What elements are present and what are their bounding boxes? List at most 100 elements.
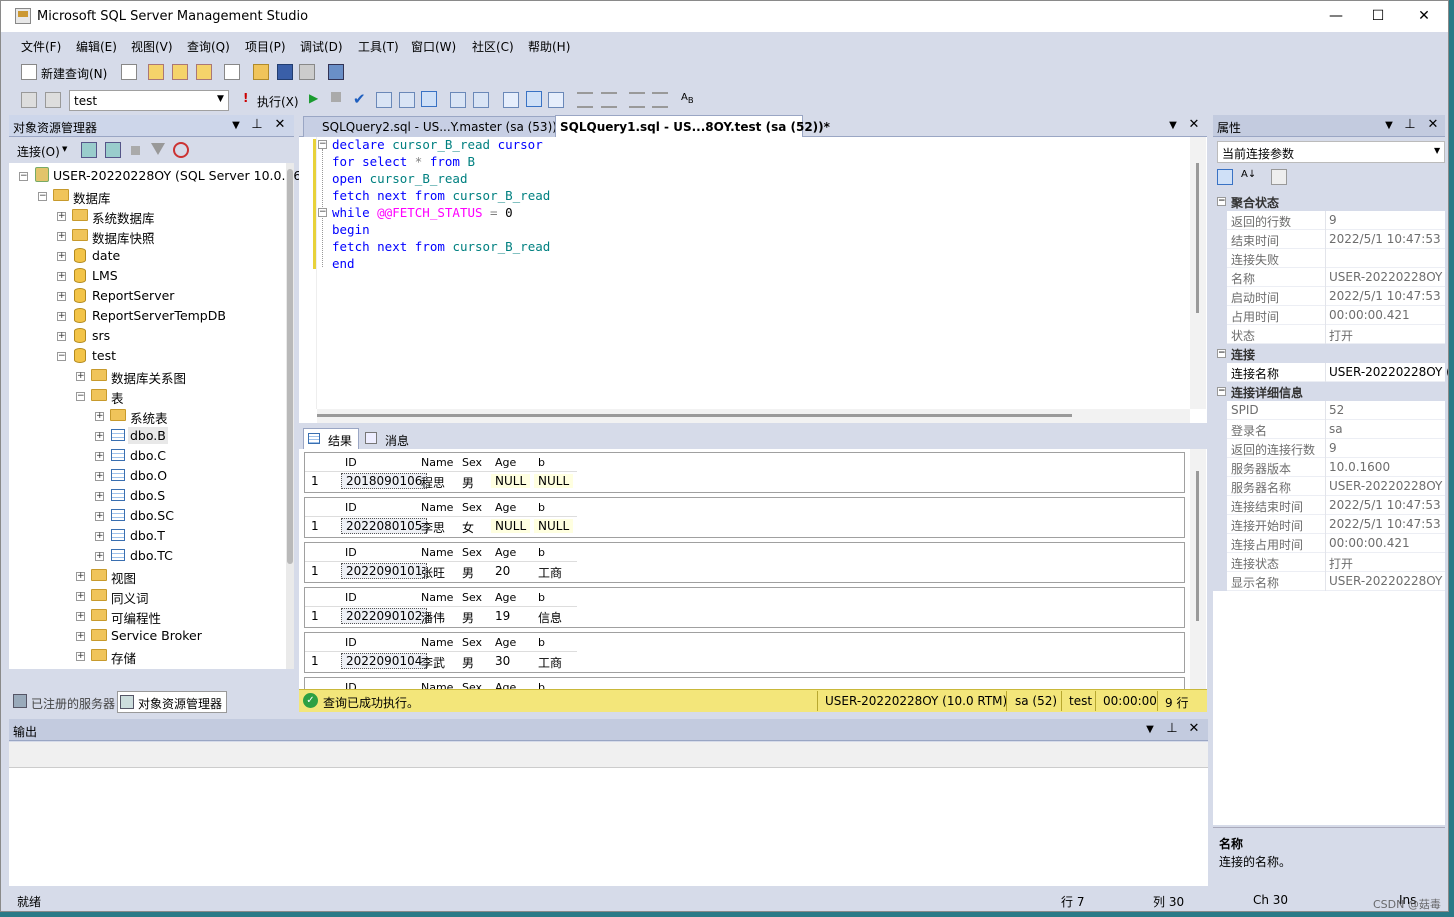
expand-toggle[interactable]: +: [95, 552, 104, 561]
property-row[interactable]: 连接结束时间 2022/5/1 10:47:53: [1213, 496, 1445, 515]
property-row[interactable]: 连接失败: [1213, 249, 1445, 268]
object-explorer-scrollbar[interactable]: [286, 163, 294, 669]
expand-toggle[interactable]: +: [57, 232, 66, 241]
grid-cell-age[interactable]: 30: [495, 654, 510, 668]
execute-button[interactable]: 执行(X): [257, 93, 299, 110]
filter-icon[interactable]: [151, 143, 165, 155]
result-grid[interactable]: ID Name Sex Age b 1 2022090101 张旺男 20 工商: [304, 542, 1185, 583]
collapse-toggle[interactable]: −: [76, 392, 85, 401]
database-selector[interactable]: test ▼: [69, 90, 229, 111]
connect-object-icon[interactable]: [81, 142, 97, 158]
grid-cell-age[interactable]: NULL: [491, 474, 531, 488]
property-category[interactable]: − 聚合状态: [1213, 192, 1445, 211]
menu-project[interactable]: 项目(P): [245, 38, 286, 55]
column-header[interactable]: b: [538, 681, 545, 689]
grid-cell-id[interactable]: 2018090106: [341, 473, 428, 489]
expand-toggle[interactable]: +: [57, 272, 66, 281]
expand-toggle[interactable]: +: [95, 532, 104, 541]
collapse-toggle[interactable]: −: [1217, 197, 1226, 206]
grid-cell-n[interactable]: 1: [311, 564, 319, 578]
grid-cell-b[interactable]: NULL: [534, 474, 574, 488]
grid-cell-id[interactable]: 2022090102: [341, 608, 428, 624]
grid-cell-n[interactable]: 1: [311, 519, 319, 533]
connect-dropdown[interactable]: 连接(O): [17, 143, 60, 160]
db-engine-query-icon[interactable]: [148, 64, 164, 80]
expand-toggle[interactable]: +: [76, 612, 85, 621]
output-content[interactable]: [9, 768, 1208, 886]
scrollbar-thumb[interactable]: [1196, 471, 1199, 621]
editor-vscrollbar[interactable]: [1190, 137, 1206, 409]
code-editor[interactable]: − − declare cursor_B_read cursor for sel…: [299, 137, 1207, 423]
column-header[interactable]: Age: [495, 546, 516, 559]
property-row[interactable]: 连接名称 USER-20220228OY (: [1213, 363, 1448, 382]
open-folder-icon[interactable]: [253, 64, 269, 80]
property-row[interactable]: 连接状态 打开: [1213, 553, 1445, 572]
pin-icon[interactable]: ⊥: [1164, 721, 1180, 736]
expand-toggle[interactable]: +: [95, 452, 104, 461]
dmx-query-icon[interactable]: [196, 64, 212, 80]
expand-toggle[interactable]: +: [95, 492, 104, 501]
collapse-toggle[interactable]: −: [38, 192, 47, 201]
tab-list-icon[interactable]: ▼: [1165, 120, 1181, 131]
new-query-icon[interactable]: [21, 64, 37, 80]
column-header[interactable]: Sex: [462, 456, 482, 469]
stop-icon[interactable]: [131, 146, 140, 155]
grid-cell-name[interactable]: 李思: [421, 519, 445, 536]
scrollbar-thumb[interactable]: [287, 169, 293, 564]
sort-alpha-icon[interactable]: A↓: [1241, 169, 1257, 185]
expand-toggle[interactable]: +: [76, 632, 85, 641]
column-header[interactable]: Age: [495, 501, 516, 514]
activity-monitor-icon[interactable]: [328, 64, 344, 80]
decrease-indent-icon[interactable]: [629, 92, 645, 108]
dropdown-icon[interactable]: ▼: [1381, 120, 1397, 131]
menu-edit[interactable]: 编辑(E): [76, 38, 117, 55]
include-plan-icon[interactable]: [450, 92, 466, 108]
result-grid[interactable]: ID Name Sex Age b: [304, 677, 1185, 689]
property-pages-icon[interactable]: [1271, 169, 1287, 185]
query-designer-icon[interactable]: [399, 92, 415, 108]
column-header[interactable]: Sex: [462, 591, 482, 604]
property-row[interactable]: 状态 打开: [1213, 325, 1445, 344]
save-icon[interactable]: [277, 64, 293, 80]
categorized-icon[interactable]: [1217, 169, 1233, 185]
column-header[interactable]: Name: [421, 681, 453, 689]
new-query-button[interactable]: 新建查询(N): [41, 65, 107, 82]
minimize-button[interactable]: —: [1326, 7, 1346, 25]
grid-cell-age[interactable]: 19: [495, 609, 510, 623]
menu-tools[interactable]: 工具(T): [358, 38, 399, 55]
grid-cell-b[interactable]: 工商: [538, 564, 562, 581]
property-row[interactable]: SPID 52: [1213, 401, 1445, 420]
column-header[interactable]: Age: [495, 636, 516, 649]
expand-toggle[interactable]: +: [57, 212, 66, 221]
outline-collapse-toggle[interactable]: −: [318, 140, 327, 149]
connect-icon[interactable]: [21, 92, 37, 108]
column-header[interactable]: ID: [345, 681, 357, 689]
grid-cell-id[interactable]: 2022090104: [341, 653, 428, 669]
expand-toggle[interactable]: +: [57, 312, 66, 321]
grid-cell-age[interactable]: 20: [495, 564, 510, 578]
collapse-toggle[interactable]: −: [57, 352, 66, 361]
menu-file[interactable]: 文件(F): [21, 38, 61, 55]
comment-icon[interactable]: [577, 92, 593, 108]
property-row[interactable]: 连接开始时间 2022/5/1 10:47:53: [1213, 515, 1445, 534]
results-to-file-icon[interactable]: [548, 92, 564, 108]
column-header[interactable]: b: [538, 456, 545, 469]
outline-collapse-toggle[interactable]: −: [318, 208, 327, 217]
property-row[interactable]: 返回的行数 9: [1213, 211, 1445, 230]
change-connection-icon[interactable]: [45, 92, 61, 108]
collapse-toggle[interactable]: −: [1217, 349, 1226, 358]
display-plan-icon[interactable]: [376, 92, 392, 108]
expand-toggle[interactable]: +: [57, 252, 66, 261]
results-to-text-icon[interactable]: [503, 92, 519, 108]
property-row[interactable]: 登录名 sa: [1213, 420, 1445, 439]
debug-play-icon[interactable]: ▶: [309, 91, 318, 105]
grid-cell-b[interactable]: 工商: [538, 654, 562, 671]
pin-icon[interactable]: ⊥: [1402, 117, 1418, 132]
result-grid[interactable]: ID Name Sex Age b 1 2022090104 李武男 30 工商: [304, 632, 1185, 673]
column-header[interactable]: Age: [495, 681, 516, 689]
print-icon[interactable]: [299, 64, 315, 80]
panel-close-icon[interactable]: ✕: [1425, 117, 1441, 132]
property-row[interactable]: 显示名称 USER-20220228OY: [1213, 572, 1445, 591]
column-header[interactable]: Sex: [462, 636, 482, 649]
grid-cell-sex[interactable]: 男: [462, 474, 474, 491]
